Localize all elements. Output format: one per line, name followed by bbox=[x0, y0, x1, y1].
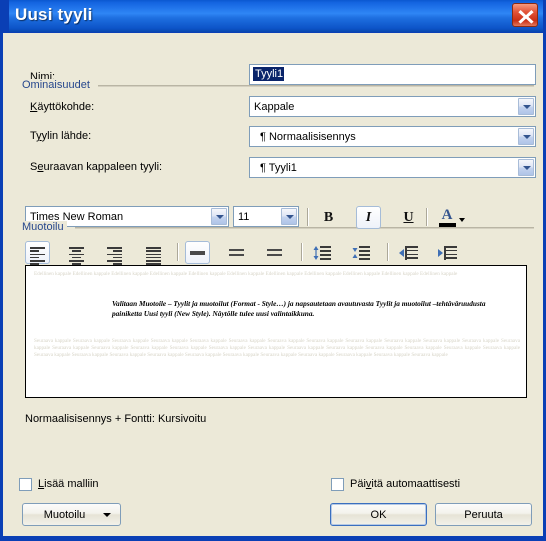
align-justify-button[interactable] bbox=[141, 241, 166, 265]
chevron-down-icon[interactable] bbox=[211, 208, 227, 225]
line-spacing-double-icon bbox=[267, 249, 282, 258]
increase-paragraph-spacing-icon bbox=[352, 246, 370, 260]
next-style-label: Seuraavan kappaleen tyyli: bbox=[30, 161, 163, 173]
chevron-down-icon[interactable] bbox=[518, 98, 534, 115]
format-menu-label: Muotoilu bbox=[43, 508, 86, 521]
increase-paragraph-spacing-button[interactable] bbox=[348, 241, 373, 264]
window-bottom-edge bbox=[3, 536, 543, 538]
font-size-combo[interactable]: 11 bbox=[233, 206, 299, 227]
style-type-combo[interactable]: Kappale bbox=[249, 96, 536, 117]
align-left-icon bbox=[30, 247, 45, 265]
italic-button[interactable]: I bbox=[356, 206, 381, 229]
next-style-value: ¶ Tyyli1 bbox=[260, 162, 297, 174]
align-right-button[interactable] bbox=[102, 241, 127, 265]
cancel-label: Peruuta bbox=[464, 508, 503, 521]
auto-update-checkbox[interactable] bbox=[331, 478, 344, 491]
font-color-button[interactable]: A bbox=[434, 206, 466, 229]
close-button[interactable] bbox=[512, 3, 538, 27]
align-center-icon bbox=[69, 247, 84, 265]
preview-sample-text: Valitaan Muotoile – Tyylit ja muotoilut … bbox=[112, 299, 486, 318]
align-center-button[interactable] bbox=[64, 241, 89, 265]
auto-update-label[interactable]: Päivitä automaattisesti bbox=[350, 478, 460, 490]
next-style-combo[interactable]: ¶ Tyyli1 bbox=[249, 157, 536, 178]
toolbar-separator bbox=[387, 243, 389, 261]
cancel-button[interactable]: Peruuta bbox=[435, 503, 532, 526]
style-type-value: Kappale bbox=[254, 101, 295, 113]
new-style-dialog: Uusi tyyli Ominaisuudet Nimi: Tyyli1 Käy… bbox=[0, 0, 546, 541]
bold-button[interactable]: B bbox=[316, 206, 341, 229]
align-right-icon bbox=[107, 247, 122, 265]
increase-indent-button[interactable] bbox=[434, 241, 459, 264]
underline-icon: U bbox=[403, 209, 414, 225]
line-spacing-double-button[interactable] bbox=[262, 241, 287, 264]
formatting-group-label: Muotoilu bbox=[19, 221, 67, 233]
add-to-template-checkbox[interactable] bbox=[19, 478, 32, 491]
line-spacing-1-5-icon bbox=[229, 249, 244, 258]
style-description: Normaalisisennys + Fontti: Kursivoitu bbox=[25, 413, 207, 425]
font-color-swatch bbox=[439, 223, 456, 227]
style-based-on-label: Tyylin lähde: bbox=[30, 130, 92, 142]
titlebar-left-edge bbox=[3, 0, 9, 32]
style-based-on-combo[interactable]: ¶ Normaalisisennys bbox=[249, 126, 536, 147]
bold-icon: B bbox=[323, 209, 334, 225]
font-size-value: 11 bbox=[238, 211, 250, 223]
toolbar-separator bbox=[307, 208, 309, 226]
chevron-down-icon[interactable] bbox=[281, 208, 297, 225]
underline-button[interactable]: U bbox=[396, 206, 421, 229]
style-type-label: Käyttökohde: bbox=[30, 101, 95, 113]
chevron-down-icon[interactable] bbox=[459, 218, 465, 222]
chevron-down-icon bbox=[103, 513, 111, 517]
decrease-paragraph-spacing-button[interactable] bbox=[309, 241, 334, 264]
style-preview-pane: Edellinen kappale Edellinen kappale Edel… bbox=[25, 265, 527, 398]
close-icon bbox=[518, 10, 534, 24]
toolbar-separator bbox=[426, 208, 428, 226]
style-based-on-value: ¶ Normaalisisennys bbox=[260, 131, 356, 143]
name-input-value: Tyyli1 bbox=[253, 67, 285, 81]
chevron-down-icon[interactable] bbox=[518, 159, 534, 176]
properties-group-label: Ominaisuudet bbox=[19, 79, 93, 91]
preview-next-paragraph: Seuraava kappale Seuraava kappale Seuraa… bbox=[34, 338, 520, 359]
line-spacing-single-button[interactable] bbox=[185, 241, 210, 264]
ok-button[interactable]: OK bbox=[330, 503, 427, 526]
line-spacing-1-5-button[interactable] bbox=[224, 241, 249, 264]
format-menu-button[interactable]: Muotoilu bbox=[22, 503, 121, 526]
window-title: Uusi tyyli bbox=[15, 5, 93, 24]
preview-previous-paragraph: Edellinen kappale Edellinen kappale Edel… bbox=[34, 271, 458, 277]
italic-icon: I bbox=[365, 209, 372, 225]
toolbar-separator bbox=[301, 243, 303, 261]
align-left-button[interactable] bbox=[25, 241, 50, 265]
decrease-paragraph-spacing-icon bbox=[313, 246, 331, 260]
line-spacing-single-icon bbox=[190, 251, 205, 260]
align-justify-icon bbox=[146, 247, 161, 265]
toolbar-separator bbox=[177, 243, 179, 261]
decrease-indent-button[interactable] bbox=[395, 241, 420, 264]
chevron-down-icon[interactable] bbox=[518, 128, 534, 145]
title-bar: Uusi tyyli bbox=[3, 0, 543, 33]
increase-indent-icon bbox=[438, 246, 457, 260]
name-input[interactable]: Tyyli1 bbox=[249, 64, 536, 85]
decrease-indent-icon bbox=[399, 246, 418, 260]
add-to-template-label[interactable]: Lisää malliin bbox=[38, 478, 99, 490]
ok-label: OK bbox=[370, 508, 387, 521]
properties-group-line bbox=[98, 85, 534, 87]
